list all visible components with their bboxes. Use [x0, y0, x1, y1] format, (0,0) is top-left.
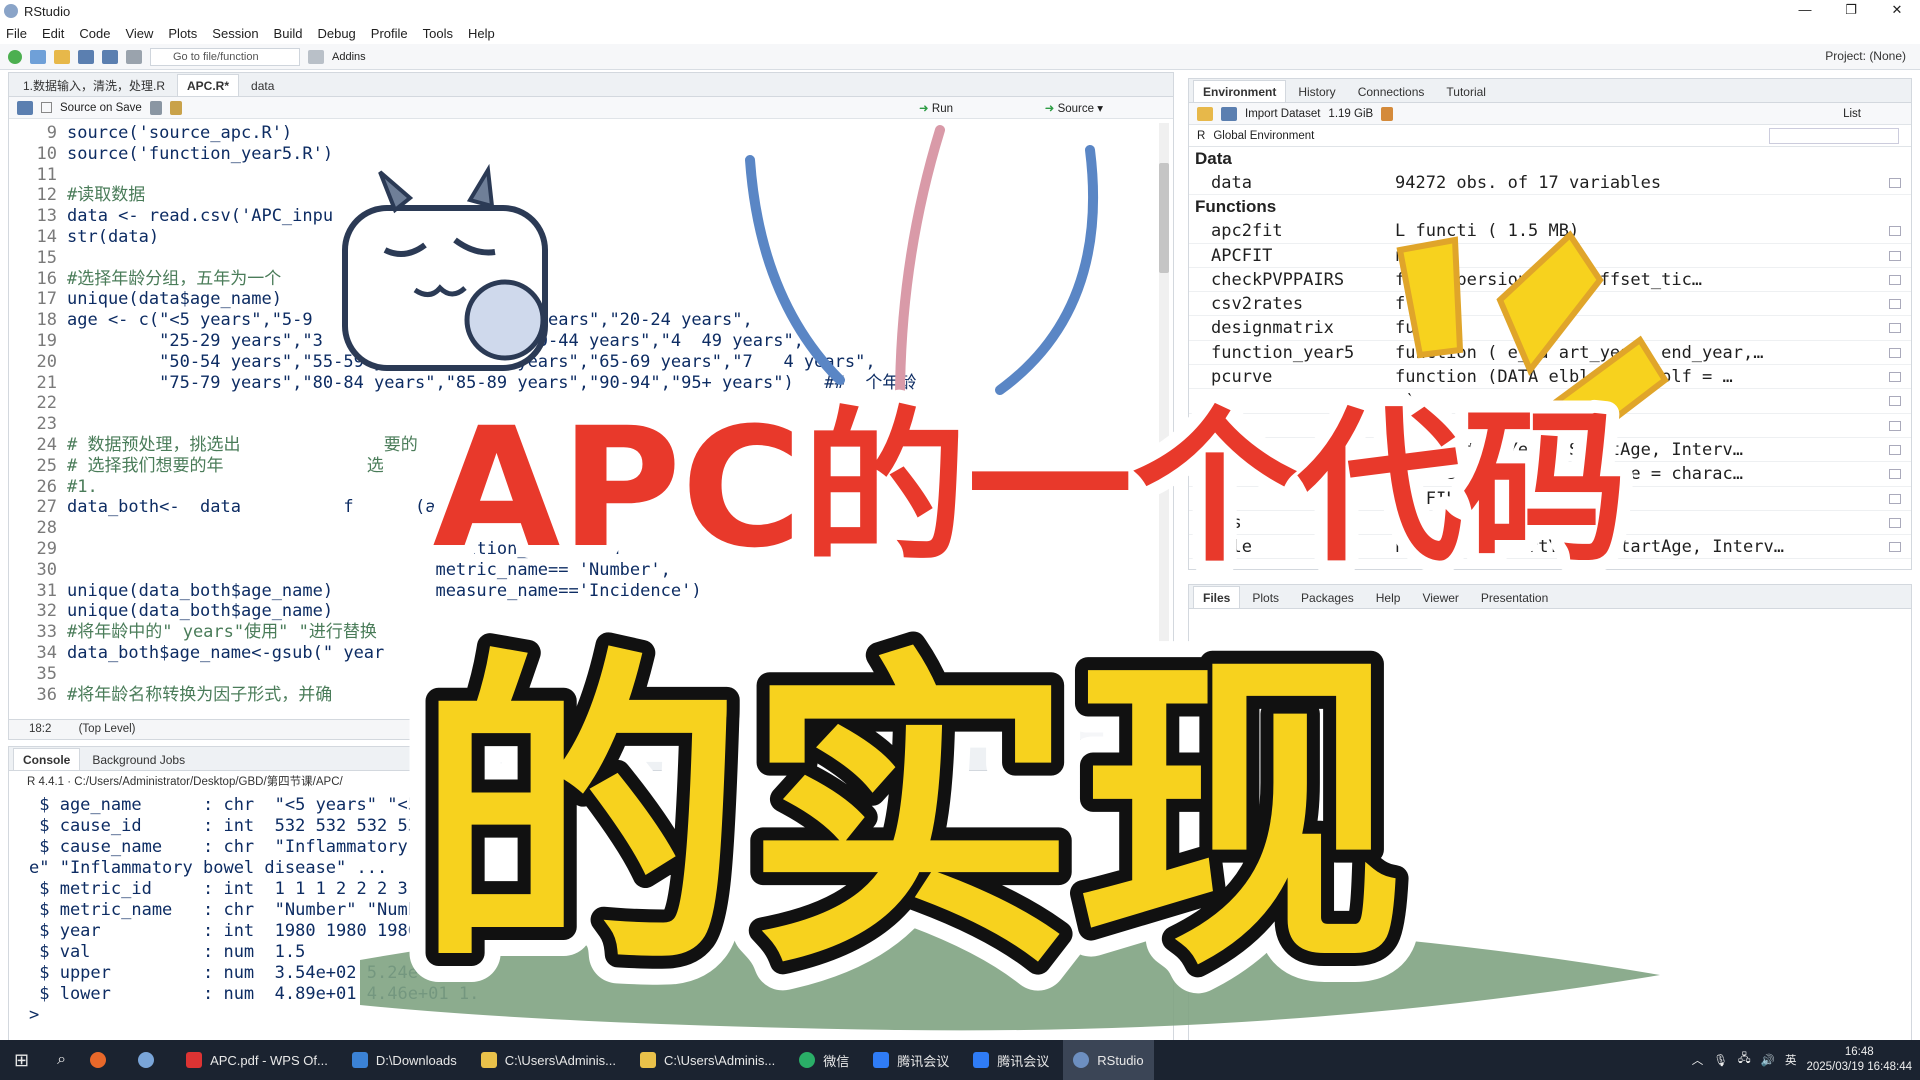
blue-arrow-right	[995, 145, 1099, 395]
mascot-sticker	[342, 163, 548, 371]
blue-arrow-left	[745, 155, 845, 385]
subhead-text: 的实现	[415, 624, 1405, 1008]
headline-text: APC的一个代码	[433, 392, 1628, 584]
pink-arrow	[895, 125, 945, 405]
thumbnail-overlay: APC的一个代码 APC的一个代码 的实现 的实现	[342, 125, 1669, 1037]
